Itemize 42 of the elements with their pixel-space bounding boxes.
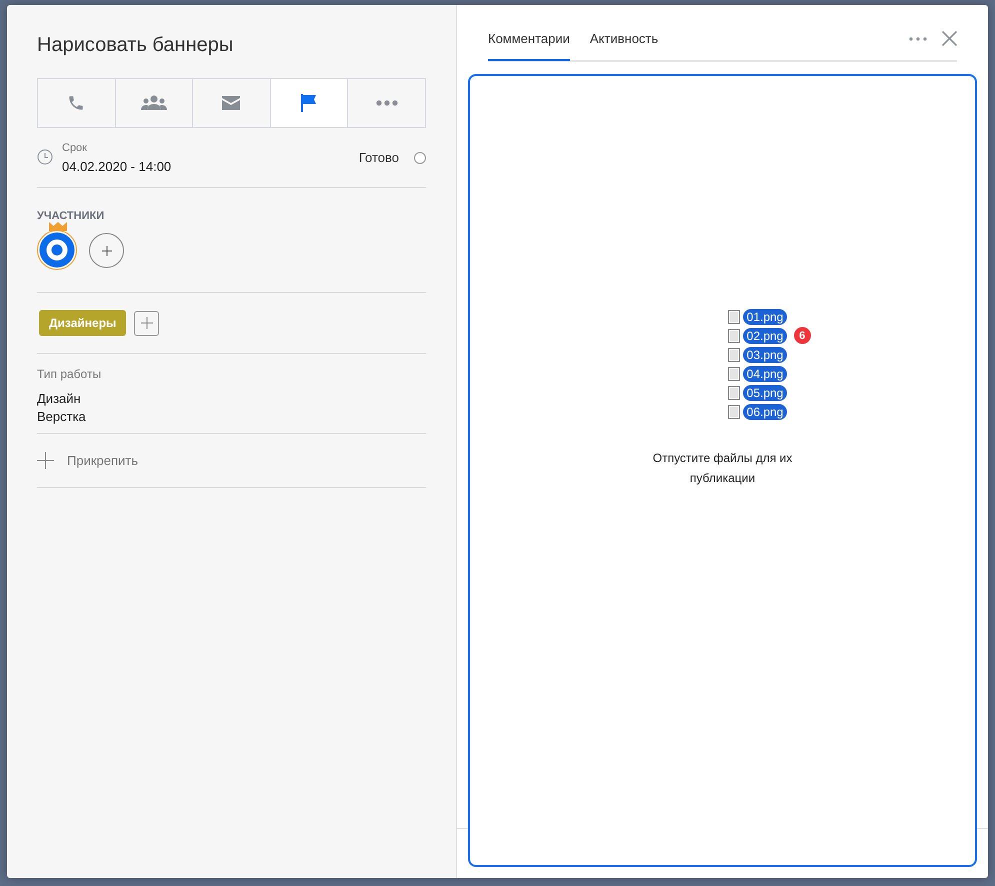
- file-name: 04.png: [742, 366, 788, 382]
- people-icon: [140, 95, 167, 111]
- task-title: Нарисовать баннеры: [37, 34, 234, 57]
- flag-icon: [301, 94, 318, 112]
- add-tag-button[interactable]: [134, 310, 160, 336]
- file-icon: [728, 386, 740, 400]
- plus-icon: [102, 246, 112, 256]
- file-icon: [728, 367, 740, 381]
- done-radio[interactable]: [414, 152, 426, 164]
- work-type-value: Верстка: [37, 408, 87, 426]
- avatar[interactable]: [37, 230, 77, 270]
- file-icon: [728, 329, 740, 343]
- file-name: 02.png: [742, 328, 788, 344]
- file-name: 01.png: [742, 309, 788, 325]
- attach-button[interactable]: Прикрепить: [37, 434, 138, 487]
- file-name: 06.png: [742, 404, 788, 420]
- close-icon[interactable]: [942, 31, 957, 46]
- clock-icon: [37, 148, 53, 164]
- file-icon: [728, 310, 740, 324]
- file-icon: [728, 348, 740, 362]
- tab[interactable]: Активность: [590, 18, 658, 61]
- deadline-label: Срок: [62, 142, 88, 154]
- add-participant-button[interactable]: [89, 233, 124, 268]
- file-name: 05.png: [742, 385, 788, 401]
- more-icon: [376, 100, 398, 106]
- plus-icon: [37, 452, 54, 469]
- flag-button[interactable]: [270, 79, 348, 127]
- file-name: 03.png: [742, 347, 788, 363]
- more-icon[interactable]: [909, 36, 927, 40]
- plus-icon: [140, 317, 153, 329]
- tab[interactable]: Комментарии: [488, 18, 570, 61]
- work-type-label: Тип работы: [37, 367, 102, 381]
- participants-heading: УЧАСТНИКИ: [37, 210, 106, 222]
- deadline-value: 04.02.2020 - 14:00: [62, 158, 172, 174]
- drop-message: Отпустите файлы для их публикации: [652, 450, 794, 487]
- work-type-value: Дизайн: [37, 390, 82, 408]
- phone-icon: [67, 94, 86, 112]
- drop-zone[interactable]: 01.png 02.png 03.png 04.png 05.png 06.png 6 Отпустите файлы для их публикации: [468, 74, 977, 867]
- file-icon: [728, 405, 740, 419]
- file-count-badge: 6: [794, 327, 811, 344]
- mail-icon: [222, 96, 240, 110]
- done-label: Готово: [358, 150, 399, 165]
